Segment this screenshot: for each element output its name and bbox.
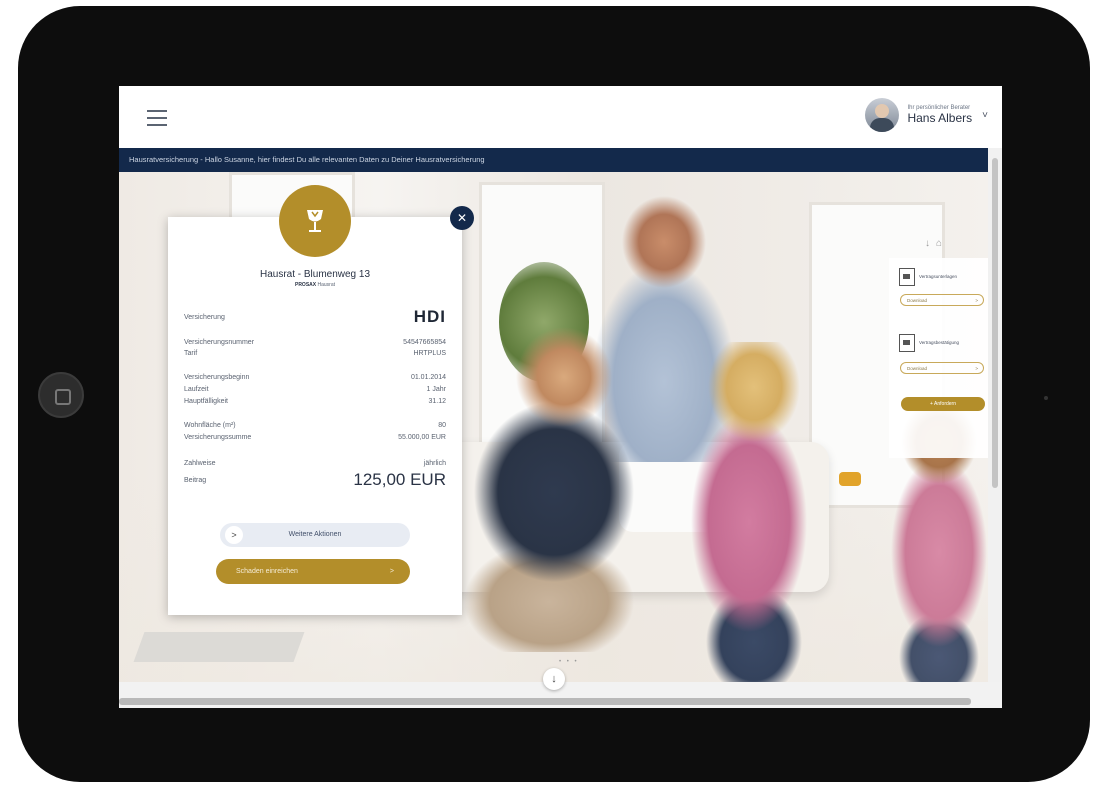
wine-glass-icon (279, 185, 351, 257)
submit-claim-button[interactable]: Schaden einreichen > (216, 559, 410, 584)
row-tariff: Tarif HRTPLUS (184, 350, 446, 357)
row-label: Tarif (184, 350, 198, 357)
row-living-area: Wohnfläche (m²) 80 (184, 422, 446, 429)
row-due-date: Hauptfälligkeit 31.12 (184, 398, 446, 405)
insurer-logo: HDI (413, 307, 446, 326)
row-label: Laufzeit (184, 386, 209, 393)
vertical-scrollbar[interactable] (988, 148, 1002, 682)
scroll-down-icon[interactable]: ↓ (543, 668, 565, 690)
woman-figure (459, 322, 639, 652)
more-actions-label: Weitere Aktionen (288, 531, 342, 538)
row-value: HRTPLUS (413, 350, 446, 357)
row-label: Versicherung (184, 313, 225, 321)
side-item-label: Vertragsbestätigung (919, 340, 960, 345)
advisor-widget[interactable]: Ihr persönlicher Berater Hans Albers ˅ (865, 98, 988, 132)
toy (839, 472, 861, 486)
side-item-label: Vertragsunterlagen (919, 274, 958, 279)
row-start-date: Versicherungsbeginn 01.01.2014 (184, 374, 446, 381)
row-value: 1 Jahr (426, 386, 446, 393)
advisor-name: Hans Albers (907, 110, 973, 125)
download-button[interactable]: Download > (900, 294, 984, 306)
girl-figure (679, 342, 819, 682)
download-small-icon[interactable]: ↓ (925, 238, 936, 249)
card-title: Hausrat - Blumenweg 13 (259, 269, 371, 280)
hamburger-menu-icon[interactable] (147, 110, 167, 126)
row-insurer: Versicherung HDI (184, 307, 446, 327)
row-value: 54547665854 (403, 339, 446, 346)
row-label: Hauptfälligkeit (184, 398, 228, 405)
row-payment-frequency: Zahlweise jährlich (184, 460, 446, 467)
request-button[interactable]: + Anfordern (901, 397, 985, 411)
row-label: Zahlweise (184, 460, 216, 467)
row-value: 80 (438, 422, 446, 429)
bell-icon[interactable]: ⌂ (936, 238, 948, 249)
submit-claim-label: Schaden einreichen (236, 568, 298, 575)
download-button[interactable]: Download > (900, 362, 984, 374)
top-bar: Ihr persönlicher Berater Hans Albers ˅ (119, 86, 1002, 148)
document-side-panel: Vertragsunterlagen Download > Vertragsbes… (889, 258, 988, 458)
row-sum-insured: Versicherungssumme 55.000,00 EUR (184, 434, 446, 441)
row-label: Versicherungsnummer (184, 339, 255, 346)
contract-card: ✕ Hausrat - Blumenweg 13 PROSAX Hausrat … (168, 185, 474, 615)
card-subtitle: PROSAX Hausrat (294, 282, 336, 288)
row-label: Wohnfläche (m²) (184, 422, 236, 429)
floor-rug (133, 632, 305, 662)
document-icon[interactable] (899, 268, 915, 286)
row-term: Laufzeit 1 Jahr (184, 386, 446, 393)
more-actions-button[interactable]: > Weitere Aktionen (220, 523, 410, 547)
row-premium: Beitrag 125,00 EUR (184, 470, 446, 490)
horizontal-scrollbar[interactable] (119, 698, 971, 705)
pager-dots: • • • (559, 659, 579, 665)
camera-dot (1044, 396, 1048, 400)
document-icon[interactable] (899, 334, 915, 352)
chevron-right-icon: > (389, 568, 394, 575)
row-policy-number: Versicherungsnummer 54547665854 (184, 339, 446, 346)
home-button[interactable] (38, 372, 84, 418)
row-label: Beitrag (184, 476, 207, 484)
premium-amount: 125,00 EUR (353, 470, 446, 489)
home-square-icon (55, 389, 71, 405)
row-value: 01.01.2014 (410, 374, 446, 381)
chevron-down-icon[interactable]: ˅ (982, 110, 988, 121)
screen: Ihr persönlicher Berater Hans Albers ˅ H… (119, 86, 1002, 708)
breadcrumb-banner: Hausratversicherung - Hallo Susanne, hie… (119, 148, 988, 172)
avatar (865, 98, 900, 132)
advisor-text: Ihr persönlicher Berater Hans Albers (907, 105, 972, 125)
row-label: Versicherungsbeginn (184, 374, 250, 381)
row-value: 55.000,00 EUR (398, 434, 446, 441)
side-top-icons: ↓⌂ (925, 238, 948, 249)
row-value: jährlich (423, 460, 446, 467)
scrollbar-thumb[interactable] (992, 158, 998, 488)
row-label: Versicherungssumme (184, 434, 252, 441)
row-value: 31.12 (428, 398, 446, 405)
close-icon[interactable]: ✕ (450, 206, 474, 230)
